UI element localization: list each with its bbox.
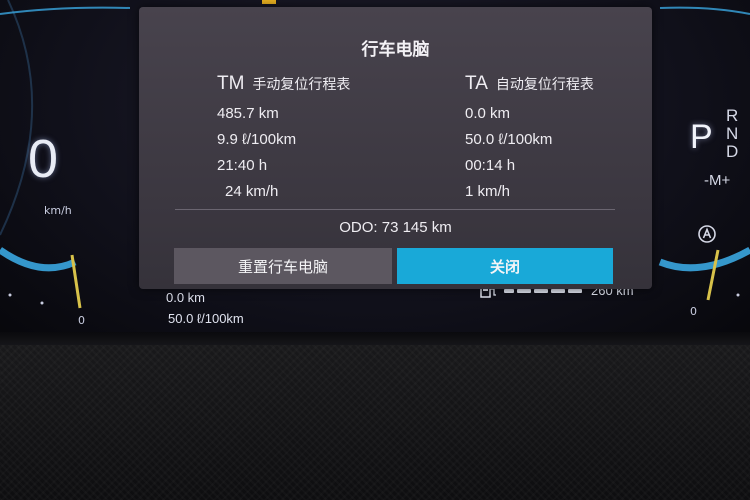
- ta-name: 自动复位行程表: [495, 77, 594, 93]
- gear-option: N: [726, 124, 739, 143]
- odometer: ODO: 73 145 km: [339, 219, 452, 236]
- ta-avg-speed: 1 km/h: [465, 183, 511, 200]
- gear-options: R N D: [726, 107, 738, 161]
- gear-option: R: [726, 106, 739, 125]
- right-gauge-zero: 0: [690, 305, 697, 318]
- ta-column: TA 自动复位行程表 0.0 km 50.0 ℓ/100km 00:14 h 1…: [465, 73, 594, 205]
- trip-distance-readout: 0.0 km: [166, 290, 206, 305]
- tm-avg-speed: 24 km/h: [225, 183, 279, 200]
- tm-name: 手动复位行程表: [252, 77, 351, 93]
- panel-title: 行车电脑: [361, 40, 430, 60]
- ta-consumption: 50.0 ℓ/100km: [465, 131, 553, 148]
- gear-manual: -M+: [704, 172, 731, 189]
- ta-abbr: TA: [465, 73, 488, 94]
- speed-value: 0: [28, 129, 59, 189]
- gear-option: D: [726, 142, 739, 161]
- close-button[interactable]: 关闭: [397, 248, 613, 284]
- tm-column: TM 手动复位行程表 485.7 km 9.9 ℓ/100km 21:40 h …: [217, 73, 350, 205]
- gear-selected: P: [690, 118, 713, 156]
- trip-consumption-readout: 50.0 ℓ/100km: [168, 311, 244, 326]
- dashboard-surface: [0, 345, 750, 500]
- tm-header: TM 手动复位行程表: [217, 73, 350, 101]
- reset-trip-computer-button[interactable]: 重置行车电脑: [174, 248, 392, 284]
- ta-header: TA 自动复位行程表: [465, 73, 594, 101]
- tm-abbr: TM: [217, 73, 245, 94]
- tm-consumption: 9.9 ℓ/100km: [217, 131, 297, 148]
- trip-computer-panel: 行车电脑 TM 手动复位行程表 485.7 km 9.9 ℓ/100km 21:…: [139, 7, 652, 289]
- range-level-bar: [504, 288, 585, 293]
- left-gauge-zero: 0: [78, 314, 85, 327]
- ta-time: 00:14 h: [465, 157, 516, 174]
- auto-hold-icon: [698, 225, 716, 243]
- tm-time: 21:40 h: [217, 157, 268, 174]
- speed-unit: km/h: [44, 204, 72, 217]
- tm-distance: 485.7 km: [217, 105, 279, 122]
- panel-divider: [175, 209, 615, 210]
- ta-distance: 0.0 km: [465, 105, 511, 122]
